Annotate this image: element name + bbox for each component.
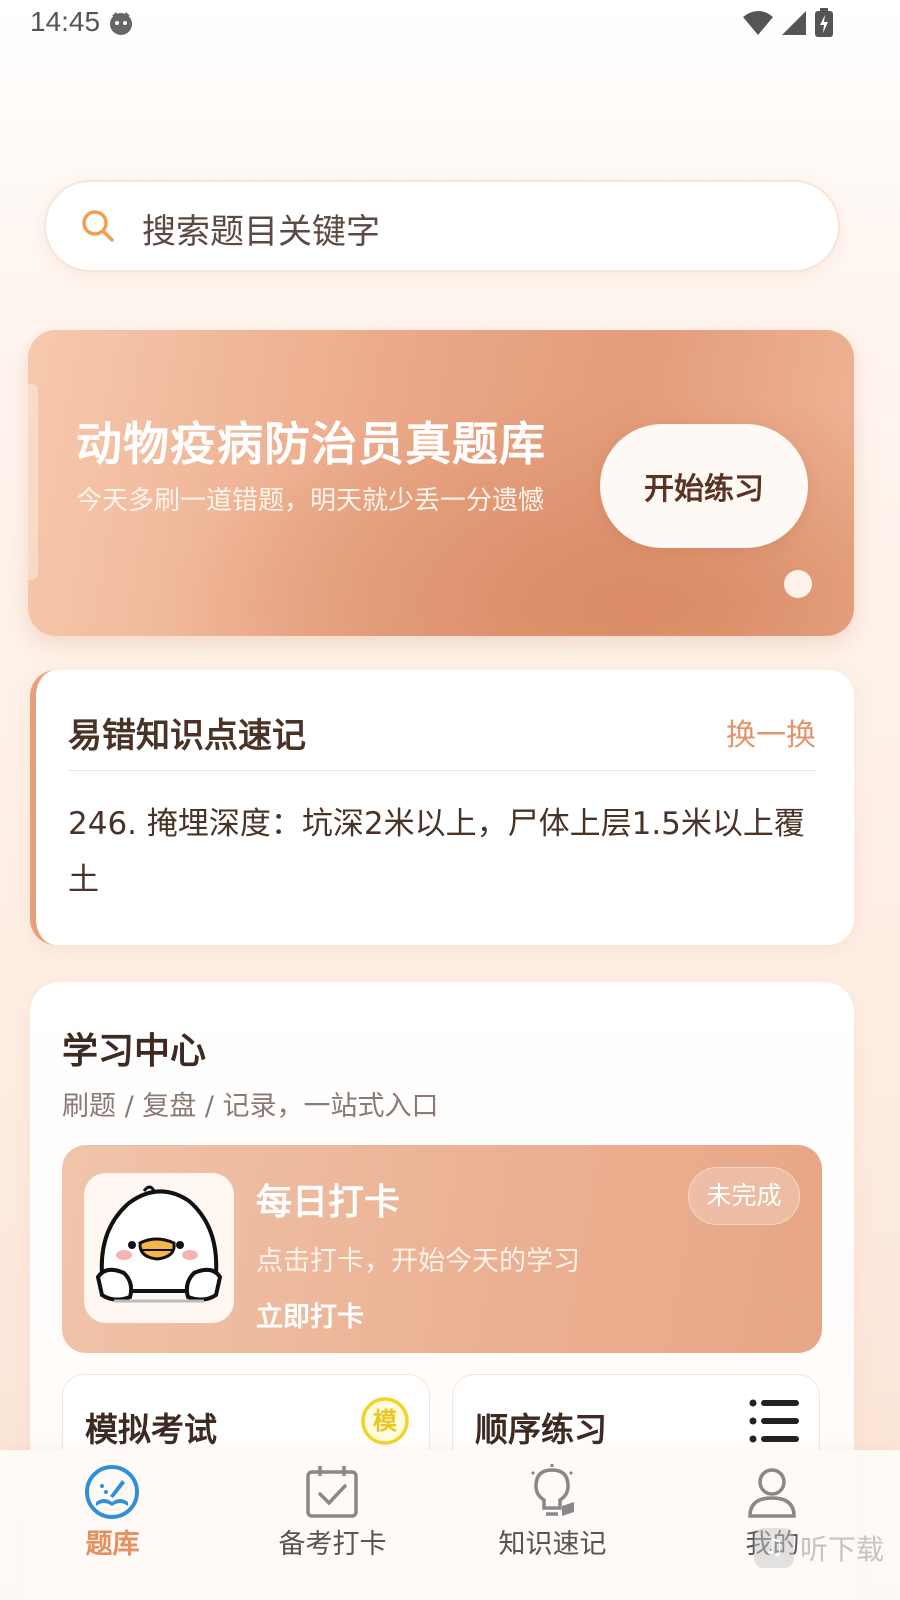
search-bar[interactable]: 搜索题目关键字 — [44, 180, 840, 272]
mock-exam-title: 模拟考试 — [85, 1410, 217, 1449]
watermark: ♫ 听下载 — [753, 1528, 884, 1568]
tab-question-bank[interactable]: 题库 — [0, 1450, 225, 1600]
tab-knowledge-notes[interactable]: 知识速记 — [440, 1450, 665, 1600]
status-time: 14:45 — [30, 6, 101, 37]
checkin-description: 点击打卡，开始今天的学习 — [256, 1246, 580, 1277]
checkin-title: 每日打卡 — [256, 1182, 401, 1223]
tab-exam-checkin[interactable]: 备考打卡 — [220, 1450, 445, 1600]
banner-title: 动物疫病防治员真题库 — [76, 417, 546, 471]
mock-exam-icon: 模 — [361, 1397, 409, 1445]
bottom-tab-bar: 题库 备考打卡 知识速记 我的 — [0, 1450, 900, 1600]
lightbulb-icon — [530, 1464, 574, 1516]
calendar-check-icon — [306, 1466, 358, 1518]
person-icon — [748, 1468, 796, 1518]
banner-edge — [28, 384, 38, 580]
wifi-icon — [743, 11, 773, 35]
search-icon — [82, 210, 114, 242]
knowledge-content: 246. 掩埋深度：坑深2米以上，尸体上层1.5米以上覆土 — [68, 806, 805, 898]
start-practice-button[interactable]: 开始练习 — [600, 424, 808, 548]
study-center-title: 学习中心 — [62, 1031, 207, 1072]
study-center-subtitle: 刷题 / 复盘 / 记录，一站式入口 — [62, 1091, 439, 1122]
daily-checkin-card[interactable]: 每日打卡 点击打卡，开始今天的学习 立即打卡 未完成 — [62, 1145, 822, 1353]
watermark-text: 听下载 — [799, 1533, 884, 1566]
banner-subtitle: 今天多刷一道错题，明天就少丢一分遗憾 — [76, 486, 545, 516]
sequential-practice-title: 顺序练习 — [475, 1410, 607, 1449]
battery-charging-icon — [815, 8, 833, 37]
mock-exam-icon-glyph: 模 — [373, 1407, 398, 1435]
status-icons — [742, 8, 834, 38]
signal-icon — [782, 11, 806, 35]
tab-label: 备考打卡 — [278, 1529, 387, 1560]
knowledge-title: 易错知识点速记 — [68, 716, 306, 756]
duck-mascot-image — [84, 1173, 234, 1323]
search-input[interactable]: 搜索题目关键字 — [142, 204, 380, 253]
book-icon — [85, 1465, 139, 1519]
refresh-button[interactable]: 换一换 — [726, 710, 816, 754]
checkin-now-link[interactable]: 立即打卡 — [256, 1295, 364, 1334]
status-badge: 未完成 — [688, 1167, 800, 1225]
app-notification-icon — [110, 12, 132, 35]
hero-banner[interactable]: 动物疫病防治员真题库 今天多刷一道错题，明天就少丢一分遗憾 开始练习 — [28, 330, 854, 636]
tab-label: 知识速记 — [498, 1529, 607, 1560]
duck-mascot-icon — [95, 1185, 223, 1303]
list-icon — [749, 1399, 799, 1443]
knowledge-card: 易错知识点速记 换一换 246. 掩埋深度：坑深2米以上，尸体上层1.5米以上覆… — [30, 670, 854, 945]
tab-profile[interactable]: 我的 — [660, 1450, 885, 1600]
status-bar: 14:45 — [0, 0, 900, 46]
tab-label: 题库 — [85, 1529, 140, 1560]
divider — [68, 770, 816, 771]
carousel-indicator — [784, 570, 812, 598]
watermark-logo-icon: ♫ — [753, 1528, 794, 1568]
